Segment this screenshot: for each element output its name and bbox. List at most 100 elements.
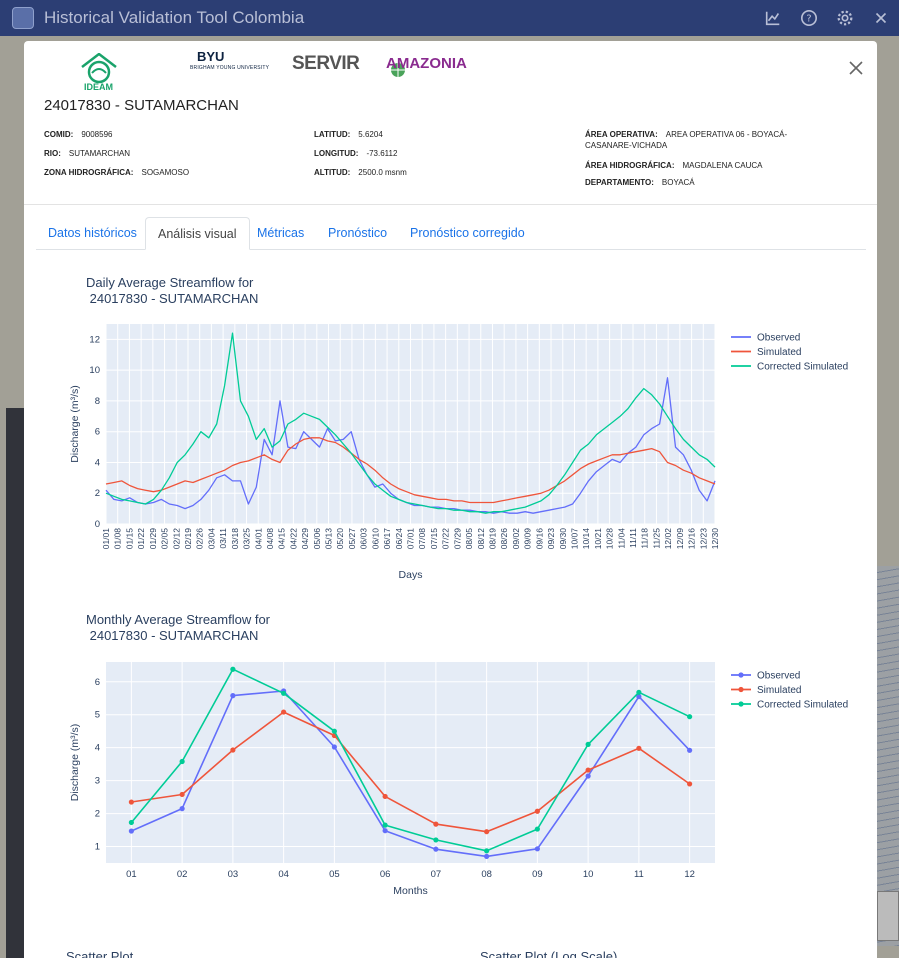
daily-streamflow-chart: 02468101201/01 01/08 01/15 01/22 01/29 02/05 0…	[69, 324, 848, 581]
y-tick-label: 2	[95, 488, 100, 499]
x-tick-label: 09/16	[534, 528, 544, 550]
x-tick-label: 09/30	[558, 528, 568, 550]
y-tick-label: 12	[89, 334, 100, 345]
legend-label: Observed	[757, 671, 800, 682]
legend-marker	[738, 701, 744, 707]
data-point	[636, 689, 642, 695]
x-tick-label: 03/25	[242, 528, 252, 550]
x-tick-label: 03/18	[230, 528, 240, 550]
x-tick-label: 07/29	[452, 528, 462, 550]
x-tick-label: 06/10	[370, 528, 380, 550]
data-point	[484, 848, 490, 854]
x-tick-label: 10/28	[605, 528, 615, 550]
x-tick-label: 09/09	[523, 528, 533, 550]
legend-label: Corrected Simulated	[757, 700, 848, 711]
y-tick-label: 1	[95, 842, 100, 853]
data-point	[230, 747, 236, 753]
y-tick-label: 6	[95, 677, 100, 688]
x-tick-label: 01/29	[148, 528, 158, 550]
data-point	[585, 741, 591, 747]
data-point	[687, 781, 693, 787]
data-point	[179, 791, 185, 798]
x-tick-label: 04/22	[288, 528, 298, 550]
x-tick-label: 08	[481, 869, 492, 880]
charts-canvas: 02468101201/01 01/08 01/15 01/22 01/29 02/05 0…	[69, 324, 848, 897]
data-point	[281, 709, 287, 715]
app-title: Historical Validation Tool Colombia	[44, 8, 305, 27]
gear-icon[interactable]	[827, 0, 863, 36]
x-tick-label: 01/22	[136, 528, 146, 550]
data-point	[128, 828, 134, 834]
x-tick-label: 11/18	[640, 528, 650, 549]
data-point	[128, 799, 134, 805]
scatter-plot-log-title: Scatter Plot (Log Scale)	[480, 949, 618, 958]
y-tick-label: 6	[95, 427, 100, 438]
x-tick-label: 02/05	[160, 528, 170, 550]
legend-marker	[738, 686, 744, 693]
app-logo	[12, 7, 34, 29]
x-tick-label: 11/25	[651, 528, 661, 549]
x-tick-label: 05/27	[347, 528, 357, 550]
data-point	[128, 819, 134, 826]
x-tick-label: 04	[278, 869, 289, 880]
close-icon[interactable]	[863, 0, 899, 36]
data-point	[179, 806, 185, 812]
x-tick-label: 10/14	[581, 528, 591, 550]
data-point	[230, 693, 236, 699]
x-tick-label: 10	[583, 869, 594, 880]
x-tick-label: 07/15	[429, 528, 439, 550]
data-point	[433, 821, 439, 827]
x-tick-label: 08/26	[499, 528, 509, 550]
x-tick-label: 02	[177, 869, 188, 880]
data-point	[534, 826, 540, 832]
x-tick-label: 12	[684, 869, 695, 880]
monthly-streamflow-chart: 12345601 02 03 04 05 06 07 08 09 10 11 12MonthsDisc…	[69, 662, 848, 897]
x-tick-label: 07/08	[417, 528, 427, 550]
y-tick-label: 5	[95, 710, 100, 721]
legend-label: Simulated	[757, 347, 801, 358]
app-header: Historical Validation Tool Colombia ?	[0, 0, 899, 36]
help-icon[interactable]: ?	[791, 0, 827, 36]
chart-icon[interactable]	[755, 0, 791, 36]
y-tick-label: 3	[95, 776, 100, 787]
x-tick-label: 06/17	[382, 528, 392, 550]
x-tick-label: 04/15	[277, 528, 287, 550]
svg-text:?: ?	[806, 14, 811, 25]
data-point	[382, 793, 388, 800]
x-tick-label: 06	[380, 869, 391, 880]
x-tick-label: 08/05	[464, 528, 474, 550]
x-tick-label: 02/19	[183, 528, 193, 550]
y-axis-title: Discharge (m³/s)	[69, 385, 81, 463]
x-tick-label: 07	[431, 869, 442, 880]
x-tick-label: 05/13	[324, 528, 334, 550]
legend-label: Corrected Simulated	[757, 362, 848, 373]
data-point	[331, 728, 337, 734]
data-point	[585, 773, 591, 779]
x-tick-label: 12/02	[663, 528, 673, 550]
data-point	[382, 822, 388, 828]
data-point	[433, 837, 439, 843]
x-tick-label: 01/15	[124, 528, 134, 550]
x-tick-label: 07/22	[441, 528, 451, 550]
data-point	[534, 808, 540, 814]
data-point	[585, 767, 591, 773]
x-tick-label: 02/26	[195, 528, 205, 550]
x-tick-label: 03	[228, 869, 239, 880]
data-point	[687, 714, 693, 720]
x-tick-label: 05/06	[312, 528, 322, 550]
data-point	[687, 747, 693, 753]
x-tick-label: 04/29	[300, 528, 310, 550]
x-tick-label: 11	[634, 869, 644, 880]
y-tick-label: 0	[95, 519, 100, 530]
x-tick-label: 08/12	[476, 528, 486, 550]
legend-label: Simulated	[757, 685, 801, 696]
x-tick-label: 12/30	[710, 528, 720, 550]
x-tick-label: 06/03	[359, 528, 369, 550]
data-point	[281, 690, 287, 696]
x-tick-label: 12/09	[675, 528, 685, 550]
data-point	[636, 745, 642, 751]
x-tick-label: 10/07	[569, 528, 579, 550]
x-axis-title: Days	[399, 569, 423, 581]
y-tick-label: 4	[95, 457, 100, 468]
data-point	[331, 744, 337, 750]
